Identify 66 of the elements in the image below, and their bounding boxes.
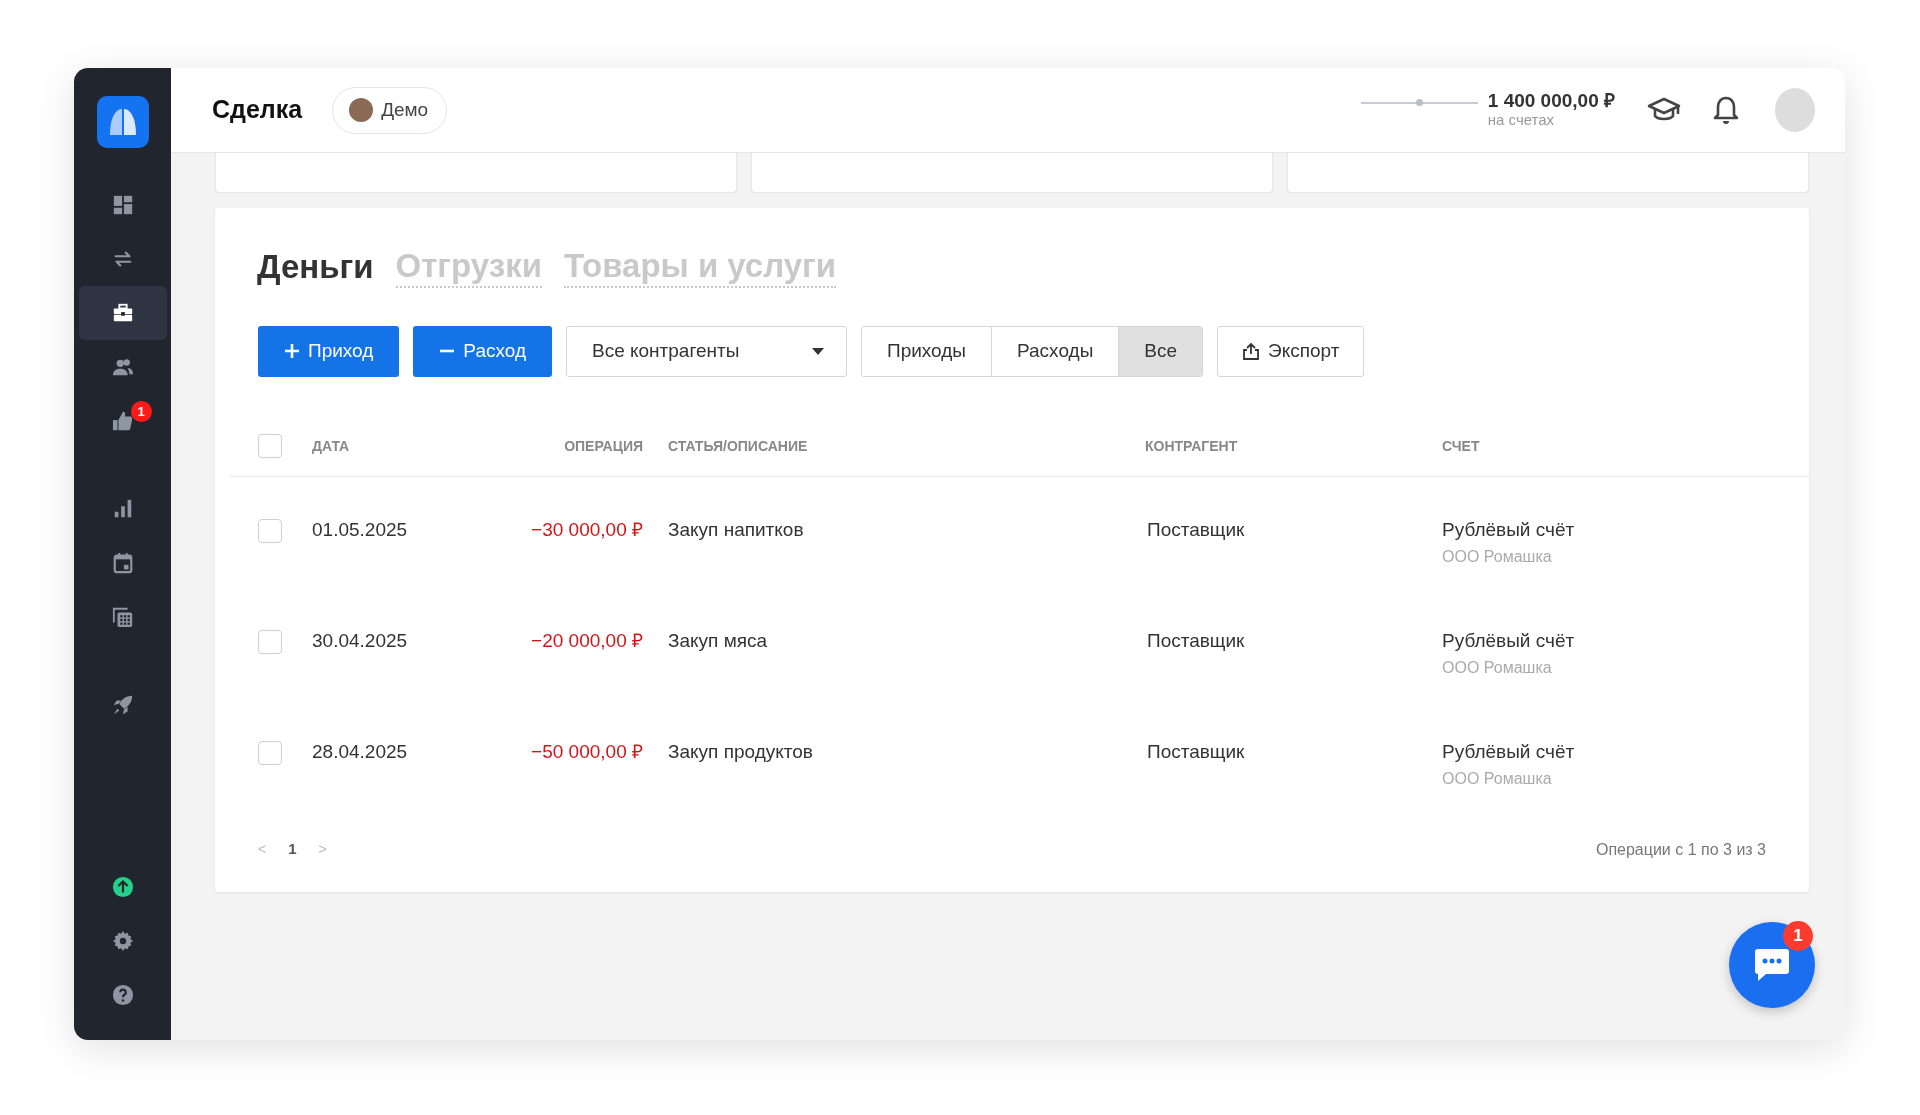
demo-button[interactable]: Демо bbox=[332, 86, 448, 134]
counterparty-cell-text: Поставщик bbox=[1146, 518, 1246, 542]
people-icon bbox=[111, 356, 134, 378]
bell-icon bbox=[1713, 95, 1739, 125]
date-cell-text: 30.04.2025 bbox=[312, 629, 409, 653]
chat-icon bbox=[1753, 947, 1791, 983]
account-name: Рублёвый счёт bbox=[1442, 629, 1576, 653]
account-owner: ООО Ромашка bbox=[1442, 547, 1553, 568]
avatar-placeholder bbox=[349, 98, 374, 122]
account-name: Рублёвый счёт bbox=[1442, 518, 1576, 542]
logo-mark-drawing bbox=[107, 107, 138, 137]
account-owner: ООО Ромашка bbox=[1442, 769, 1553, 790]
slider-thumb[interactable] bbox=[1416, 99, 1424, 106]
dashboard-icon bbox=[111, 194, 134, 216]
date-cell-text: 28.04.2025 bbox=[312, 740, 409, 764]
sidebar-item[interactable] bbox=[78, 286, 167, 340]
income-button[interactable]: Приход bbox=[258, 325, 400, 377]
page-title: Сделка bbox=[212, 94, 303, 126]
account-owner: ООО Ромашка bbox=[1442, 658, 1553, 679]
page-button[interactable]: 1 bbox=[266, 838, 319, 861]
notification-badge: 1 bbox=[1783, 921, 1813, 951]
checkbox[interactable] bbox=[258, 629, 282, 654]
counterparty-cell-text: Поставщик bbox=[1146, 740, 1246, 764]
filter-button[interactable]: Приходы bbox=[862, 326, 992, 376]
amount-cell-text: −30 000,00 ₽ bbox=[530, 518, 643, 542]
account-name: Рублёвый счёт bbox=[1442, 740, 1576, 764]
counterparty-dropdown[interactable]: Все контрагенты bbox=[566, 325, 847, 377]
chat-button[interactable]: 1 bbox=[1729, 922, 1815, 1008]
notification-badge: 1 bbox=[130, 401, 152, 422]
minus-icon bbox=[439, 349, 456, 354]
checkbox[interactable] bbox=[258, 434, 282, 459]
expense-button[interactable]: Расход bbox=[413, 325, 552, 377]
amount-cell-text: −50 000,00 ₽ bbox=[530, 740, 643, 764]
checkbox[interactable] bbox=[258, 518, 282, 543]
rocket-icon bbox=[111, 694, 134, 716]
upload-icon bbox=[111, 876, 134, 898]
export-button[interactable]: Экспорт bbox=[1217, 325, 1365, 377]
plus-icon bbox=[284, 343, 300, 360]
balance-amount: 1 400 000,00 ₽ bbox=[1487, 91, 1615, 113]
sidebar-item[interactable]: 1 bbox=[78, 394, 167, 448]
calculator-icon bbox=[111, 606, 134, 628]
column-header: ДАТА bbox=[312, 436, 351, 456]
help-icon bbox=[111, 984, 134, 1006]
description-cell-text: Закуп напитков bbox=[667, 518, 805, 542]
export-icon bbox=[1242, 342, 1261, 361]
caret-icon bbox=[812, 347, 824, 355]
calendar-icon bbox=[111, 552, 134, 574]
thumbs-up-icon bbox=[111, 410, 134, 432]
description-cell-text: Закуп мяса bbox=[667, 629, 769, 653]
briefcase-icon bbox=[111, 302, 134, 324]
column-header: ОПЕРАЦИЯ bbox=[563, 436, 643, 456]
filter-button[interactable]: Все bbox=[1119, 326, 1203, 376]
column-header: СТАТЬЯ/ОПИСАНИЕ bbox=[667, 436, 809, 456]
column-header: КОНТРАГЕНТ bbox=[1145, 436, 1239, 456]
tab[interactable]: Деньги bbox=[257, 246, 374, 288]
description-cell-text: Закуп продуктов bbox=[667, 740, 814, 764]
amount-cell-text: −20 000,00 ₽ bbox=[530, 629, 643, 653]
settings-icon bbox=[111, 930, 134, 952]
pagination-summary: Операции с 1 по 3 из 3 bbox=[1595, 839, 1766, 860]
notifications-button[interactable] bbox=[1713, 95, 1739, 125]
balance-caption: на счетах bbox=[1487, 112, 1556, 129]
date-cell-text: 01.05.2025 bbox=[312, 518, 409, 542]
counterparty-cell-text: Поставщик bbox=[1146, 629, 1246, 653]
column-header: СЧЕТ bbox=[1442, 436, 1481, 456]
checkbox[interactable] bbox=[258, 740, 282, 765]
logo[interactable] bbox=[96, 96, 149, 148]
